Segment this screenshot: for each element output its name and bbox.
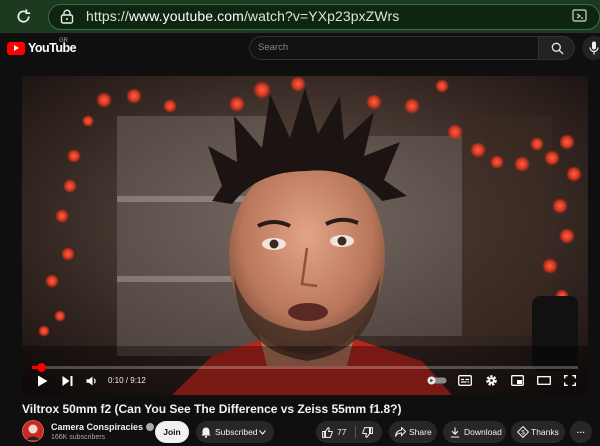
logo-text: YouTube — [28, 41, 77, 55]
download-button[interactable]: Download — [443, 421, 506, 443]
subscriber-count: 166K subscribers — [51, 434, 106, 441]
more-actions-icon: ··· — [576, 427, 586, 437]
search-placeholder: Search — [258, 42, 289, 53]
url-host: www.youtube.com — [128, 8, 244, 24]
search-input[interactable] — [249, 36, 539, 60]
join-label: Join — [163, 427, 181, 437]
download-icon — [450, 427, 460, 438]
extension-icon[interactable] — [572, 9, 587, 23]
duration: 9:12 — [130, 376, 146, 385]
next-icon[interactable] — [62, 376, 73, 386]
volume-icon[interactable] — [86, 376, 98, 386]
svg-text:$: $ — [521, 429, 525, 436]
share-button[interactable]: Share — [389, 421, 437, 443]
join-button[interactable]: Join — [155, 421, 189, 443]
reload-icon[interactable] — [14, 7, 33, 26]
avatar-image — [22, 420, 44, 442]
video-frame[interactable] — [22, 76, 588, 395]
share-label: Share — [409, 427, 432, 437]
lock-icon[interactable] — [60, 9, 74, 24]
thanks-button[interactable]: $ Thanks — [511, 421, 565, 443]
youtube-logo-icon — [7, 41, 25, 55]
voice-search-button[interactable] — [582, 36, 600, 60]
url-path: /watch?v=YXp23pxZWrs — [243, 8, 400, 24]
bell-icon — [201, 427, 211, 438]
thanks-label: Thanks — [531, 427, 559, 437]
subtitles-icon[interactable] — [458, 375, 472, 386]
verified-icon — [146, 423, 155, 431]
url-text[interactable]: https://www.youtube.com/watch?v=YXp23pxZ… — [86, 8, 399, 24]
channel-avatar[interactable] — [22, 420, 44, 442]
like-count: 77 — [337, 427, 347, 437]
autoplay-toggle[interactable] — [427, 376, 447, 385]
search-button[interactable] — [539, 36, 575, 60]
current-time: 0:10 — [108, 376, 124, 385]
thanks-icon: $ — [517, 426, 529, 438]
fullscreen-icon[interactable] — [564, 375, 576, 386]
download-label: Download — [464, 427, 502, 437]
settings-icon[interactable] — [485, 374, 498, 387]
url-prefix: https:// — [86, 8, 129, 24]
theater-icon[interactable] — [537, 376, 551, 385]
search-icon — [551, 42, 564, 55]
play-icon[interactable] — [37, 375, 48, 387]
channel-name[interactable]: Camera Conspiracies — [51, 422, 155, 432]
subscribed-label: Subscribed — [215, 427, 258, 437]
time-display: 0:10 / 9:12 — [108, 376, 146, 385]
miniplayer-icon[interactable] — [511, 375, 524, 386]
country-code: GR — [59, 38, 68, 44]
channel-name-text: Camera Conspiracies — [51, 422, 144, 432]
progress-bar[interactable] — [32, 363, 578, 372]
more-actions-button[interactable]: ··· — [570, 421, 592, 443]
chevron-down-icon — [259, 430, 266, 435]
subscribed-button[interactable]: Subscribed — [196, 421, 274, 443]
like-dislike-group: 77 — [316, 421, 382, 443]
video-title: Viltrox 50mm f2 (Can You See The Differe… — [22, 402, 402, 416]
share-icon — [395, 427, 406, 437]
thumbs-up-icon[interactable] — [322, 427, 333, 438]
mic-icon — [589, 41, 599, 55]
video-player[interactable]: 0:10 / 9:12 — [22, 76, 588, 395]
like-divider — [355, 426, 356, 438]
thumbs-down-icon[interactable] — [362, 427, 373, 438]
